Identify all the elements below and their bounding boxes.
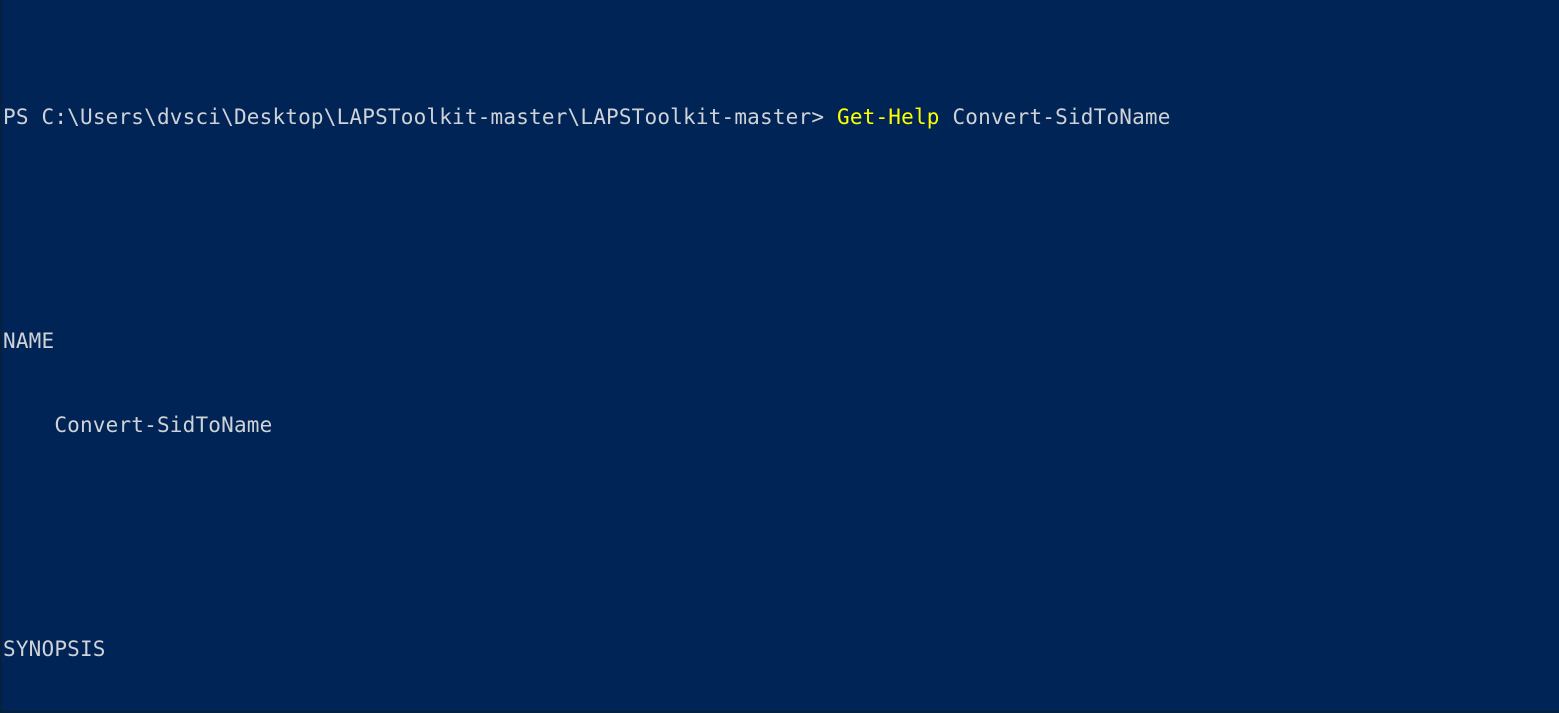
powershell-terminal-window[interactable]: PS C:\Users\dvsci\Desktop\LAPSToolkit-ma… <box>0 0 1559 713</box>
command-space <box>940 105 953 129</box>
prompt-prefix: PS <box>3 105 42 129</box>
section-header-synopsis: SYNOPSIS <box>3 637 106 661</box>
terminal-screen: PS C:\Users\dvsci\Desktop\LAPSToolkit-ma… <box>3 19 1171 711</box>
command-token: Get-Help <box>836 105 940 129</box>
command-argument: Convert-SidToName <box>952 105 1171 129</box>
prompt-line: PS C:\Users\dvsci\Desktop\LAPSToolkit-ma… <box>3 103 1171 131</box>
prompt-path: C:\Users\dvsci\Desktop\LAPSToolkit-maste… <box>41 105 812 129</box>
section-body-name-line-1: Convert-SidToName <box>3 413 273 437</box>
section-header-name: NAME <box>3 329 55 353</box>
prompt-caret: > <box>811 105 837 129</box>
